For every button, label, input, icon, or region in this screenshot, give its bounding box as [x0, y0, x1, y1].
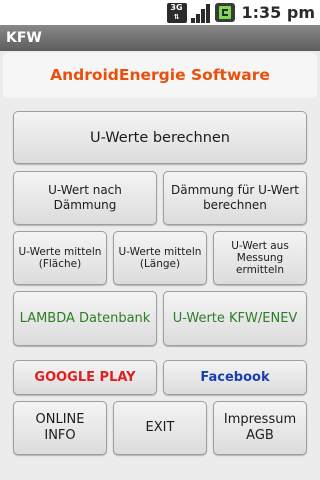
u-werte-mitteln-laenge-label: U-Werte mitteln (Länge)	[118, 246, 202, 270]
battery-charging-icon	[214, 3, 235, 22]
daemmung-fuer-u-wert-label: Dämmung für U-Wert berechnen	[170, 183, 299, 212]
network-type-label: 3G	[170, 2, 183, 12]
lambda-datenbank-label: LAMBDA Datenbank	[19, 310, 151, 326]
google-play-button[interactable]: GOOGLE PLAY	[13, 360, 157, 395]
impressum-agb-button[interactable]: Impressum AGB	[213, 401, 307, 455]
u-werte-berechnen-label: U-Werte berechnen	[90, 129, 230, 146]
network-3g-icon: 3G ⇅	[166, 2, 187, 23]
facebook-button[interactable]: Facebook	[163, 360, 307, 395]
online-info-label: ONLINE INFO	[35, 412, 85, 443]
app-title: KFW	[6, 30, 42, 46]
lambda-datenbank-button[interactable]: LAMBDA Datenbank	[13, 291, 157, 346]
signal-strength-icon	[190, 3, 211, 23]
u-werte-kfw-enev-label: U-Werte KFW/ENEV	[172, 310, 298, 326]
u-wert-aus-messung-button[interactable]: U-Wert aus Messung ermitteln	[213, 231, 307, 285]
daemmung-fuer-u-wert-button[interactable]: Dämmung für U-Wert berechnen	[163, 171, 307, 225]
u-werte-mitteln-flaeche-label: U-Werte mitteln (Fläche)	[18, 246, 102, 270]
exit-label: EXIT	[145, 420, 175, 435]
online-info-button[interactable]: ONLINE INFO	[13, 401, 107, 455]
status-bar: 3G ⇅ 1:35 pm	[0, 0, 320, 25]
header-panel: AndroidEnergie Software	[3, 53, 317, 98]
app-title-bar: KFW	[0, 25, 320, 51]
u-werte-mitteln-laenge-button[interactable]: U-Werte mitteln (Länge)	[113, 231, 207, 285]
exit-button[interactable]: EXIT	[113, 401, 207, 455]
status-clock: 1:35 pm	[241, 3, 316, 22]
brand-title: AndroidEnergie Software	[50, 66, 270, 84]
u-wert-aus-messung-label: U-Wert aus Messung ermitteln	[231, 240, 289, 276]
impressum-agb-label: Impressum AGB	[223, 412, 297, 443]
u-wert-nach-daemmung-button[interactable]: U-Wert nach Dämmung	[13, 171, 157, 225]
u-wert-nach-daemmung-label: U-Wert nach Dämmung	[48, 183, 122, 212]
google-play-label: GOOGLE PLAY	[34, 369, 136, 385]
u-werte-mitteln-flaeche-button[interactable]: U-Werte mitteln (Fläche)	[13, 231, 107, 285]
u-werte-berechnen-button[interactable]: U-Werte berechnen	[13, 111, 307, 164]
u-werte-kfw-enev-button[interactable]: U-Werte KFW/ENEV	[163, 291, 307, 346]
facebook-label: Facebook	[200, 369, 270, 385]
